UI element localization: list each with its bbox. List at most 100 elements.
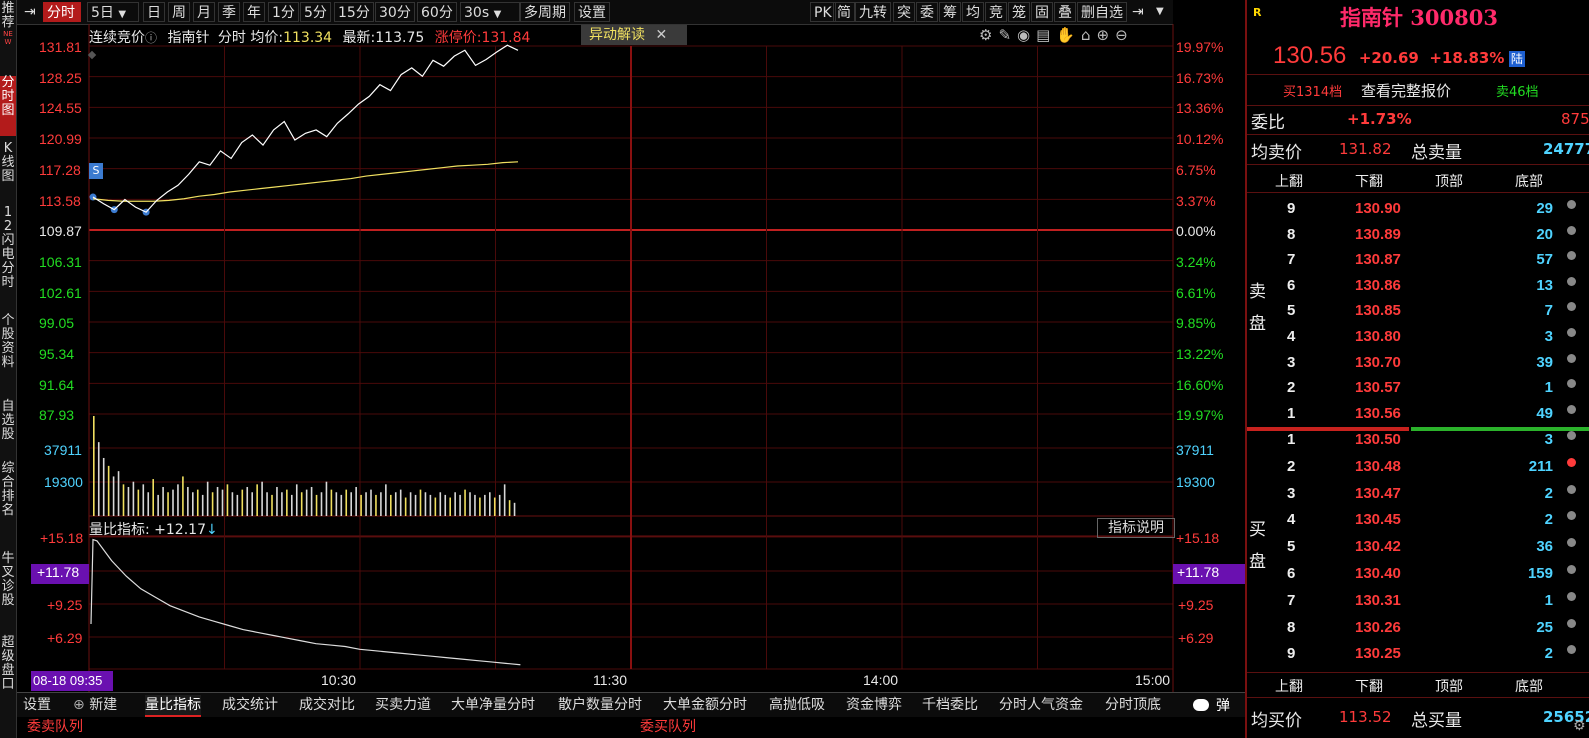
ask-bottom[interactable]: 底部	[1515, 171, 1543, 191]
tab-30min[interactable]: 30分	[375, 2, 415, 22]
eye-icon[interactable]: ◉	[1017, 26, 1036, 44]
btn-nine-turn[interactable]: 九转	[855, 2, 891, 22]
bids-row[interactable]: 2 130.48 211	[1247, 454, 1589, 480]
asks-row[interactable]: 8 130.89 20	[1247, 222, 1589, 248]
expand-icon[interactable]: ⇥	[1129, 2, 1147, 22]
sell-depth-button[interactable]: 卖46档	[1496, 81, 1539, 100]
tab-quarter[interactable]: 季	[218, 2, 240, 22]
tab-month[interactable]: 月	[193, 2, 215, 22]
toolbox-icon[interactable]: ▤	[1036, 26, 1056, 44]
tab-15min[interactable]: 15分	[334, 2, 374, 22]
tab-big-order-amount[interactable]: 大单金额分时	[663, 695, 747, 715]
bids-row[interactable]: 4 130.45 2	[1247, 507, 1589, 533]
tab-buy-sell-power[interactable]: 买卖力道	[375, 695, 431, 715]
tab-bottom-new[interactable]: ⊕ 新建	[73, 695, 117, 715]
vtab-profile[interactable]: 个股资料	[0, 314, 16, 394]
bids-row[interactable]: 7 130.31 1	[1247, 588, 1589, 614]
tab-1min[interactable]: 1分	[268, 2, 299, 22]
ask-page-up[interactable]: 上翻	[1275, 171, 1303, 191]
hand-icon[interactable]: ✋	[1056, 26, 1081, 44]
ask-page-down[interactable]: 下翻	[1355, 171, 1383, 191]
tab-trade-compare[interactable]: 成交对比	[299, 695, 355, 715]
chevron-down-icon[interactable]: ▼	[1153, 2, 1167, 22]
vtab-timeshare[interactable]: 分时图	[0, 76, 16, 136]
lock-icon[interactable]: ⌂	[1081, 26, 1097, 44]
bids-row[interactable]: 6 130.40 159	[1247, 561, 1589, 587]
sell-signal-marker[interactable]: S	[89, 163, 103, 179]
zoom-out-icon[interactable]: ⊖	[1115, 26, 1134, 44]
collapse-icon[interactable]: ⇥	[21, 2, 43, 22]
btn-average[interactable]: 均	[962, 2, 984, 22]
tab-capital-game[interactable]: 资金博弈	[846, 695, 902, 715]
buy-depth-button[interactable]: 买1314档	[1283, 81, 1342, 100]
vtab-flash[interactable]: 12闪电分时	[0, 206, 16, 306]
info-icon[interactable]: ⓘ	[145, 31, 157, 45]
asks-row[interactable]: 5 130.85 7	[1247, 298, 1589, 324]
anomaly-button[interactable]: 异动解读 ✕	[581, 25, 687, 45]
btn-breakout[interactable]: 突	[893, 2, 915, 22]
bids-row[interactable]: 9 130.25 2	[1247, 641, 1589, 667]
asks-row[interactable]: 2 130.57 1	[1247, 375, 1589, 401]
vtab-kline[interactable]: K线图	[0, 142, 16, 200]
vtab-ranking[interactable]: 综合排名	[0, 462, 16, 542]
tab-top-bottom[interactable]: 分时顶底	[1105, 695, 1161, 715]
tab-trade-stats[interactable]: 成交统计	[222, 695, 278, 715]
tab-day[interactable]: 日	[143, 2, 165, 22]
tab-30s[interactable]: 30s ▼	[460, 2, 520, 22]
btn-remove-watchlist[interactable]: 删自选	[1077, 2, 1127, 22]
tab-week[interactable]: 周	[168, 2, 190, 22]
popup-toggle[interactable]	[1193, 695, 1209, 715]
btn-pk[interactable]: PK	[810, 2, 836, 22]
bid-top[interactable]: 顶部	[1435, 676, 1463, 696]
vtab-diagnosis[interactable]: 牛叉诊股	[0, 552, 16, 628]
vtab-recommend[interactable]: 推荐 NEW	[0, 2, 16, 60]
tab-settings[interactable]: 设置	[574, 2, 610, 22]
tab-thousand-level[interactable]: 千档委比	[922, 695, 978, 715]
tab-multi-period[interactable]: 多周期	[520, 2, 570, 22]
asks-row[interactable]: 4 130.80 3	[1247, 324, 1589, 350]
btn-auction[interactable]: 竞	[985, 2, 1007, 22]
tab-volume-ratio[interactable]: 量比指标	[145, 695, 201, 717]
tab-5day[interactable]: 5日 ▼	[87, 2, 139, 22]
vtab-superboard[interactable]: 超级盘口	[0, 636, 16, 716]
pen-icon[interactable]: ✎	[998, 26, 1017, 44]
chart-canvas[interactable]	[17, 24, 1245, 692]
tab-high-low[interactable]: 高抛低吸	[769, 695, 825, 715]
vtab-watchlist[interactable]: 自选股	[0, 400, 16, 456]
asks-row[interactable]: 7 130.87 57	[1247, 247, 1589, 273]
btn-fixed[interactable]: 固	[1031, 2, 1053, 22]
settings-gear-icon[interactable]: ⚙	[979, 26, 998, 44]
tab-60min[interactable]: 60分	[417, 2, 457, 22]
asks-row[interactable]: 1 130.56 49	[1247, 401, 1589, 427]
tab-big-order-net[interactable]: 大单净量分时	[451, 695, 535, 715]
btn-overlay[interactable]: 叠	[1054, 2, 1076, 22]
bids-row[interactable]: 5 130.42 36	[1247, 534, 1589, 560]
asks-row[interactable]: 9 130.90 29	[1247, 196, 1589, 222]
bid-bottom[interactable]: 底部	[1515, 676, 1543, 696]
tab-bottom-settings[interactable]: 设置	[23, 695, 51, 715]
full-quote-button[interactable]: 查看完整报价	[1361, 80, 1451, 101]
asks-row[interactable]: 3 130.70 39	[1247, 350, 1589, 376]
ask-top[interactable]: 顶部	[1435, 171, 1463, 191]
bids-row[interactable]: 3 130.47 2	[1247, 481, 1589, 507]
popup-label[interactable]: 弹	[1216, 695, 1230, 715]
asks-row[interactable]: 6 130.86 13	[1247, 273, 1589, 299]
bids-row[interactable]: 1 130.50 3	[1247, 427, 1589, 453]
bid-page-up[interactable]: 上翻	[1275, 676, 1303, 696]
btn-cage[interactable]: 笼	[1008, 2, 1030, 22]
bids-row[interactable]: 8 130.26 25	[1247, 615, 1589, 641]
tab-retail-count[interactable]: 散户数量分时	[558, 695, 642, 715]
btn-chips[interactable]: 筹	[939, 2, 961, 22]
tab-5min[interactable]: 5分	[300, 2, 331, 22]
zoom-in-icon[interactable]: ⊕	[1097, 26, 1116, 44]
tab-popularity[interactable]: 分时人气资金	[999, 695, 1083, 715]
close-icon[interactable]: ✕	[655, 27, 667, 43]
tab-year[interactable]: 年	[243, 2, 265, 22]
btn-simple[interactable]: 简	[833, 2, 855, 22]
btn-order[interactable]: 委	[916, 2, 938, 22]
timeshare-chart[interactable]: 连续竞价ⓘ 指南针 分时 均价:113.34 最新:113.75 涨停价:131…	[17, 24, 1245, 692]
bid-page-down[interactable]: 下翻	[1355, 676, 1383, 696]
panel-settings-gear-icon[interactable]: ⚙	[1573, 718, 1586, 734]
indicator-explain-button[interactable]: 指标说明	[1097, 518, 1175, 538]
tab-timeshare[interactable]: 分时	[43, 2, 81, 22]
